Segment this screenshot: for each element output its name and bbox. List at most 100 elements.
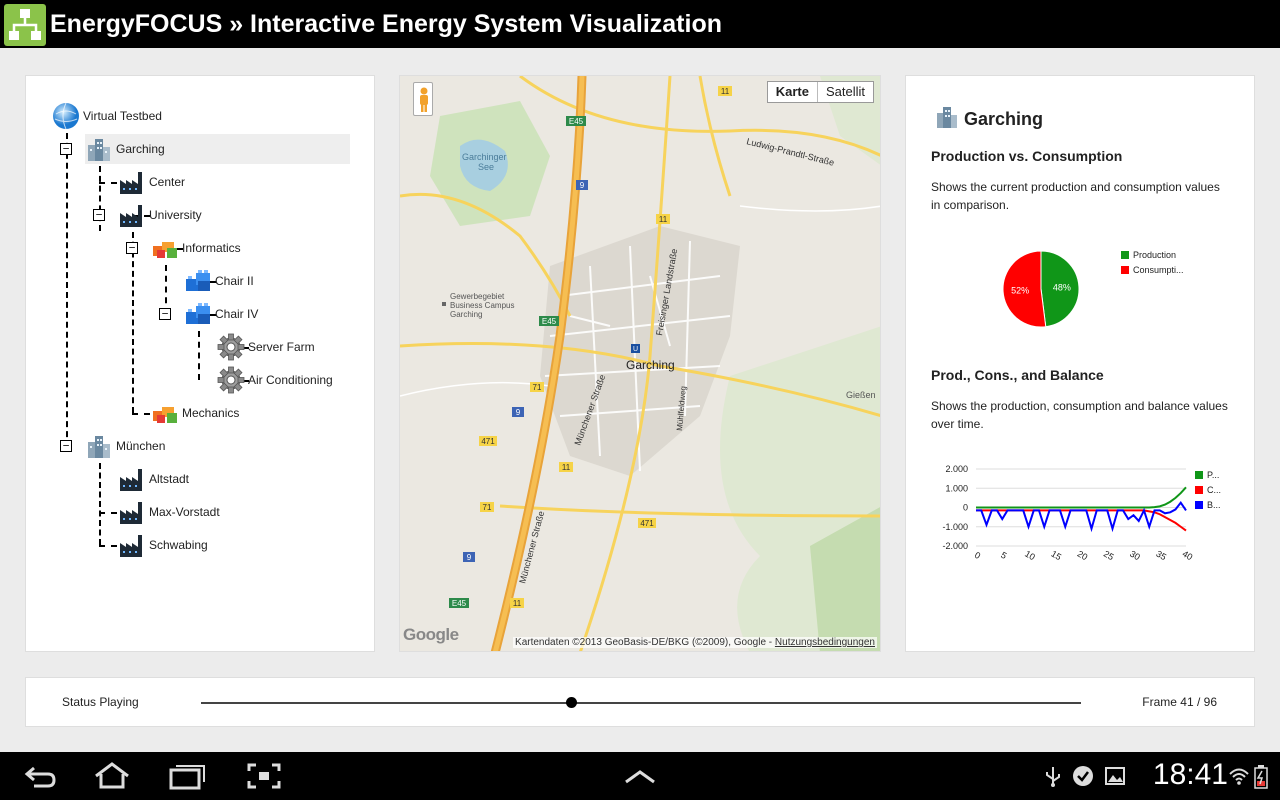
factory-icon xyxy=(118,531,146,559)
production-consumption-pie-chart[interactable]: 48% Production 52% Consumpti... xyxy=(996,246,1196,336)
map-place-label: Garching xyxy=(450,310,482,319)
app-logo-icon xyxy=(4,4,46,46)
map-type-control: Karte Satellit xyxy=(766,81,874,103)
pie-chart-description: Shows the current production and consump… xyxy=(931,180,1220,212)
tree-connector xyxy=(132,232,134,413)
tree-node-garching[interactable]: Garching xyxy=(85,134,350,164)
system-navigation-bar: 18:41 xyxy=(0,752,1280,800)
pie-slice-label: 52% xyxy=(1011,285,1029,295)
tree-node-label: Air Conditioning xyxy=(248,373,333,387)
map-attribution: Kartendaten ©2013 GeoBasis-DE/BKG (©2009… xyxy=(513,637,877,648)
google-logo[interactable]: Google xyxy=(403,625,459,645)
city-icon xyxy=(85,432,113,460)
street-view-pegman-icon[interactable] xyxy=(413,82,433,116)
tree-connector xyxy=(198,331,200,380)
tree-node-air-conditioning[interactable]: Air Conditioning xyxy=(217,365,333,395)
collapse-toggle-muenchen[interactable]: − xyxy=(60,440,72,452)
map-canvas[interactable]: Ludwig-Prandtl-Straße Freisinger Landstr… xyxy=(400,76,881,652)
x-tick-label: 0 xyxy=(973,550,982,561)
attribution-text: Kartendaten ©2013 GeoBasis-DE/BKG (©2009… xyxy=(515,637,775,648)
stats-title: Garching xyxy=(964,109,1044,129)
frame-slider-track[interactable] xyxy=(201,702,1081,704)
gear-icon xyxy=(217,366,245,394)
factory-icon xyxy=(118,168,146,196)
legend-label: Production xyxy=(1133,250,1176,260)
stats-header: Garching xyxy=(934,104,1043,135)
factory-icon xyxy=(118,201,146,229)
city-icon xyxy=(85,135,113,163)
route-shield-71: 71 xyxy=(533,383,542,392)
route-shield-71: 71 xyxy=(483,503,492,512)
status-label: Status Playing xyxy=(62,695,139,709)
hierarchy-tree-panel: − − − − − Virtual Testbed Garching Cente… xyxy=(25,75,375,652)
usb-icon xyxy=(1042,765,1064,787)
y-tick-label: -2.000 xyxy=(942,541,968,551)
tree-node-label: Max-Vorstadt xyxy=(149,505,220,519)
legend-label: B... xyxy=(1207,500,1221,510)
route-shield-471: 471 xyxy=(481,437,495,446)
map-type-tab-karte[interactable]: Karte xyxy=(768,82,818,102)
factory-icon xyxy=(118,498,146,526)
chevron-up-icon[interactable] xyxy=(620,760,660,792)
route-shield-11: 11 xyxy=(562,463,571,472)
legend-label: C... xyxy=(1207,485,1221,495)
tree-connector xyxy=(99,166,101,231)
tree-node-schwabing[interactable]: Schwabing xyxy=(118,530,208,560)
map-type-tab-satellit[interactable]: Satellit xyxy=(818,82,873,102)
balance-line-chart[interactable]: 2.000 1.000 0 -1.000 -2.000 0 5 10 15 20 25 30 35 40 P… xyxy=(931,461,1231,571)
tree-node-center[interactable]: Center xyxy=(118,167,185,197)
x-tick-label: 15 xyxy=(1049,549,1063,563)
gear-icon xyxy=(217,333,245,361)
tree-node-label: Garching xyxy=(116,142,165,156)
legend-label: Consumpti... xyxy=(1133,265,1184,275)
collapse-toggle-informatics[interactable]: − xyxy=(126,242,138,254)
route-shield-9: 9 xyxy=(516,408,521,417)
x-tick-label: 25 xyxy=(1102,549,1116,563)
route-shield-11: 11 xyxy=(721,87,730,96)
legend-swatch xyxy=(1121,266,1129,274)
collapse-toggle-chair-iv[interactable]: − xyxy=(159,308,171,320)
collapse-toggle-garching[interactable]: − xyxy=(60,143,72,155)
route-shield-11: 11 xyxy=(659,215,668,224)
y-tick-label: 0 xyxy=(963,503,968,513)
tree-node-label: Chair II xyxy=(215,274,254,288)
tree-node-label: Chair IV xyxy=(215,307,259,321)
x-tick-label: 40 xyxy=(1181,549,1195,563)
tree-node-label: Center xyxy=(149,175,186,189)
tree-node-mechanics[interactable]: Mechanics xyxy=(151,398,239,428)
series-line[interactable] xyxy=(976,486,1187,509)
tree-node-chair-ii[interactable]: Chair II xyxy=(184,266,254,296)
verified-badge-icon xyxy=(1072,765,1094,787)
route-shield-11: 11 xyxy=(513,599,522,608)
map-view[interactable]: Ludwig-Prandtl-Straße Freisinger Landstr… xyxy=(399,75,881,652)
blue-blocks-icon xyxy=(184,267,212,295)
building-blocks-icon xyxy=(151,234,179,262)
tree-node-altstadt[interactable]: Altstadt xyxy=(118,464,189,494)
terms-link[interactable]: Nutzungsbedingungen xyxy=(775,637,875,648)
route-shield-471: 471 xyxy=(640,519,654,528)
tree-node-label: Schwabing xyxy=(149,538,208,552)
tree-node-virtual-testbed[interactable]: Virtual Testbed xyxy=(52,101,162,131)
statistics-panel: Garching Production vs. Consumption Show… xyxy=(905,75,1255,652)
frame-slider-thumb[interactable] xyxy=(566,697,578,708)
back-icon[interactable] xyxy=(20,760,60,792)
tree-node-muenchen[interactable]: München xyxy=(85,431,165,461)
city-icon xyxy=(934,104,960,135)
tree-node-server-farm[interactable]: Server Farm xyxy=(217,332,315,362)
map-place-label: Business Campus xyxy=(450,301,514,310)
legend-swatch xyxy=(1121,251,1129,259)
home-icon[interactable] xyxy=(92,760,132,792)
line-chart-title: Prod., Cons., and Balance xyxy=(931,367,1104,383)
screenshot-icon[interactable] xyxy=(244,760,284,792)
tree-node-label: Altstadt xyxy=(149,472,190,486)
recent-apps-icon[interactable] xyxy=(166,760,206,792)
map-place-label: Garchinger xyxy=(462,152,507,162)
globe-icon xyxy=(52,102,80,130)
tree-node-university[interactable]: University xyxy=(118,200,202,230)
collapse-toggle-university[interactable]: − xyxy=(93,209,105,221)
tree-node-chair-iv[interactable]: Chair IV xyxy=(184,299,258,329)
building-blocks-icon xyxy=(151,399,179,427)
tree-node-informatics[interactable]: Informatics xyxy=(151,233,241,263)
tree-node-max-vorstadt[interactable]: Max-Vorstadt xyxy=(118,497,220,527)
y-tick-label: -1.000 xyxy=(942,522,968,532)
